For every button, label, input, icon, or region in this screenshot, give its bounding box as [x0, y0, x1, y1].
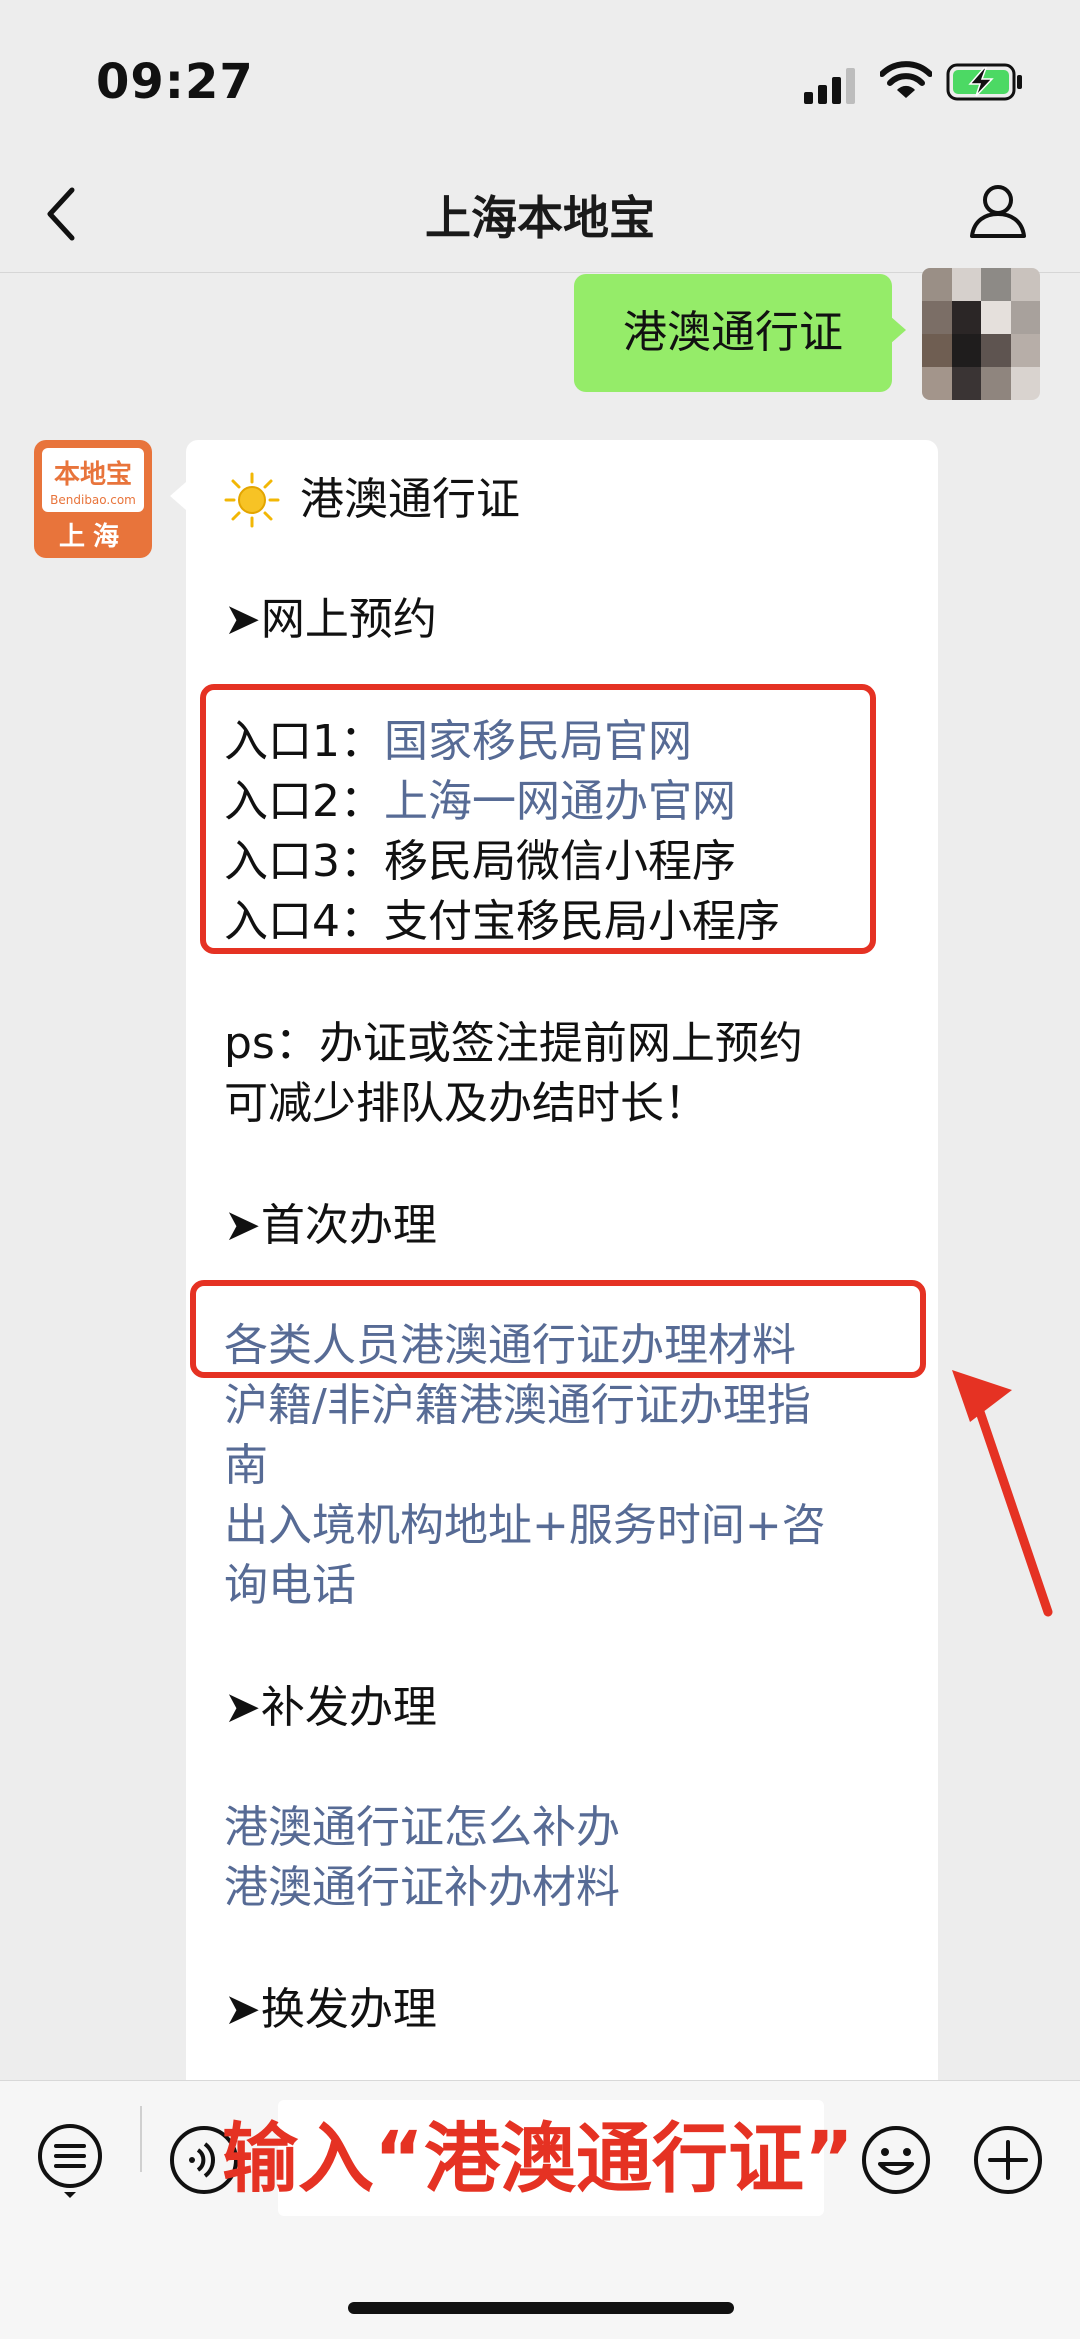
status-time: 09:27: [96, 54, 254, 110]
annotation-input-hint: 输入“港澳通行证”: [222, 2114, 854, 2203]
bendibao-logo: 本地宝 Bendibao.com: [42, 448, 144, 512]
highlight-box-materials: [190, 1280, 926, 1378]
battery-charging-icon: [946, 63, 1022, 101]
outgoing-bubble-tail: [890, 316, 906, 344]
menu-list-icon[interactable]: [36, 2120, 106, 2200]
chat-header: 上海本地宝: [0, 160, 1080, 273]
link-how-to-reissue[interactable]: 港澳通行证怎么补办: [224, 1798, 620, 1858]
logo-subtext: Bendibao.com: [50, 493, 136, 507]
section-renewal: ➤换发办理: [224, 1984, 437, 2035]
outgoing-message-bubble[interactable]: 港澳通行证: [574, 274, 892, 392]
home-indicator[interactable]: [348, 2302, 734, 2314]
section-online-booking: ➤网上预约: [224, 594, 437, 645]
ps-line-1: ps：办证或签注提前网上预约: [224, 1018, 803, 1069]
chat-title: 上海本地宝: [425, 191, 655, 245]
reply-heading: 港澳通行证: [300, 474, 520, 525]
section-first-application: ➤首次办理: [224, 1200, 437, 1251]
link-office-address[interactable]: 出入境机构地址+服务时间+咨: [224, 1496, 826, 1556]
ps-line-2: 可减少排队及办结时长！: [224, 1078, 708, 1129]
annotation-arrow-icon: [952, 1370, 1053, 1617]
link-office-address-cont[interactable]: 询电话: [224, 1556, 356, 1616]
emoji-icon[interactable]: [860, 2124, 932, 2196]
link-guide[interactable]: 沪籍/非沪籍港澳通行证办理指: [224, 1376, 811, 1436]
highlight-box-entries: [200, 684, 876, 954]
section-reissue: ➤补发办理: [224, 1682, 437, 1733]
logo-city: 上海: [58, 522, 127, 552]
bendibao-avatar[interactable]: 本地宝 Bendibao.com 上海: [34, 440, 152, 558]
reply-bubble-tail: [170, 482, 186, 510]
link-reissue-materials[interactable]: 港澳通行证补办材料: [224, 1858, 620, 1918]
profile-icon[interactable]: [966, 178, 1030, 242]
logo-text: 本地宝: [53, 460, 132, 490]
cellular-signal-icon: [804, 68, 855, 104]
status-bar: 09:27: [0, 0, 1080, 160]
my-avatar[interactable]: [922, 268, 1040, 400]
input-bar-divider: [140, 2106, 142, 2172]
add-plus-icon[interactable]: [972, 2124, 1044, 2196]
sun-icon: [224, 472, 280, 528]
link-guide-cont[interactable]: 南: [224, 1436, 268, 1496]
wifi-icon: [880, 61, 932, 98]
